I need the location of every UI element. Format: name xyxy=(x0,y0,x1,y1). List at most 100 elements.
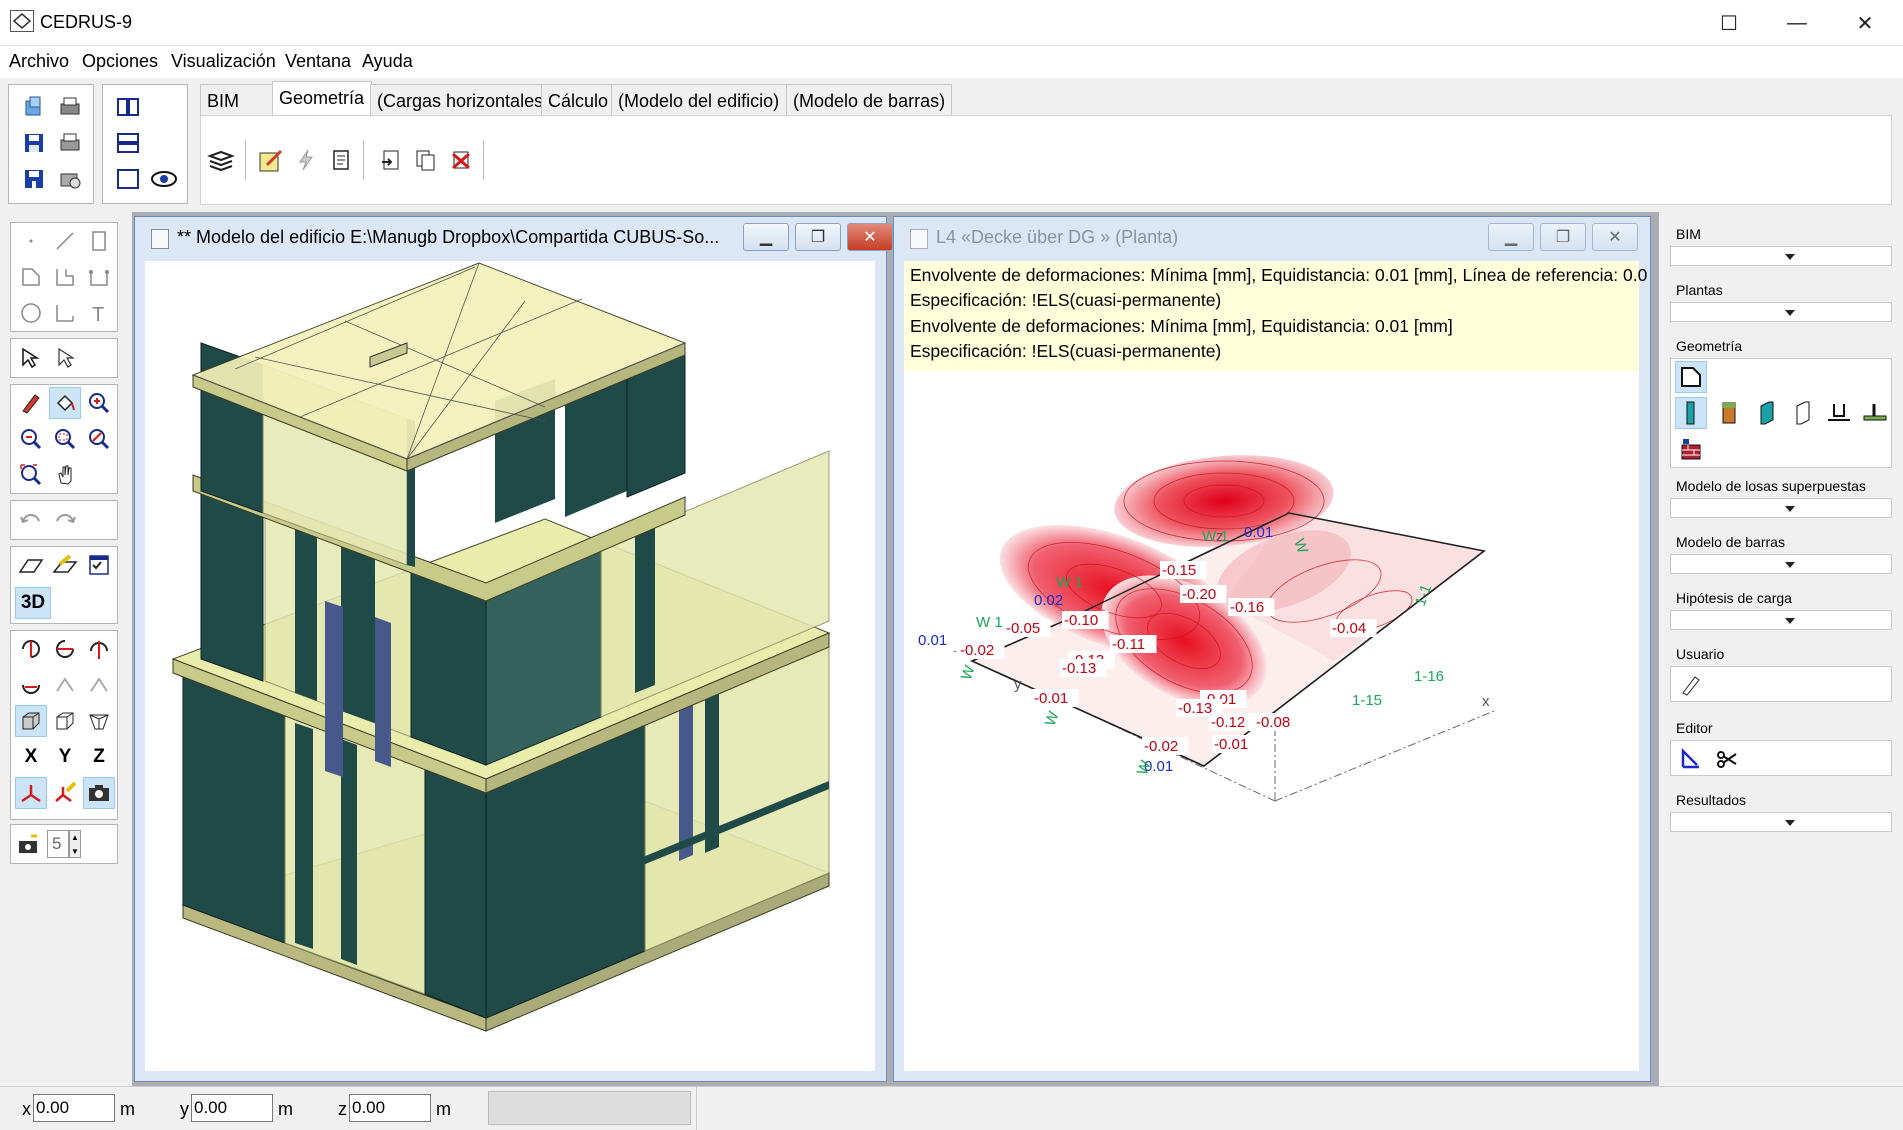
masonry-icon[interactable] xyxy=(1675,433,1707,465)
rotate-x-icon[interactable] xyxy=(15,633,47,665)
delete-document-icon[interactable] xyxy=(445,144,477,176)
zoom-all-icon[interactable] xyxy=(15,459,47,491)
axes-red-icon[interactable] xyxy=(15,777,47,809)
dimension-icon[interactable] xyxy=(49,297,81,329)
pencil-icon[interactable] xyxy=(1675,669,1707,701)
wall-outline-icon[interactable] xyxy=(1787,397,1819,429)
rotate-back-icon[interactable] xyxy=(15,669,47,701)
maximize-button[interactable]: ☐ xyxy=(1695,0,1763,46)
zoom-out-icon[interactable] xyxy=(15,423,47,455)
save-as-icon[interactable] xyxy=(18,163,50,195)
polyline-icon[interactable] xyxy=(49,261,81,293)
redo-icon[interactable] xyxy=(49,504,81,536)
beam-icon[interactable] xyxy=(1823,397,1855,429)
split-horizontal-icon[interactable] xyxy=(112,127,144,159)
plan-window[interactable]: L4 «Decke über DG » (Planta) ▁ ❐ ✕ Envol… xyxy=(893,216,1651,1082)
camera-settings-icon[interactable] xyxy=(13,828,45,860)
slab-icon[interactable] xyxy=(1675,361,1707,393)
new-model-icon[interactable] xyxy=(18,91,50,123)
building-model-window[interactable]: ** Modelo del edificio E:\Manugb Dropbox… xyxy=(134,216,893,1082)
wall-icon[interactable] xyxy=(1751,397,1783,429)
tab-geometria[interactable]: Geometría xyxy=(272,81,372,116)
layers-icon[interactable] xyxy=(205,144,237,176)
axis-x-button[interactable]: X xyxy=(15,741,47,773)
point-icon[interactable] xyxy=(15,225,47,257)
rotate-disabled-icon[interactable] xyxy=(49,669,81,701)
camera-step-input[interactable]: 5 xyxy=(47,830,69,858)
plantas-dropdown[interactable] xyxy=(1670,302,1892,322)
line-icon[interactable] xyxy=(49,225,81,257)
foundation-icon[interactable] xyxy=(1859,397,1891,429)
resultados-dropdown[interactable] xyxy=(1670,812,1892,832)
x-coord-input[interactable]: 0.00 xyxy=(33,1094,115,1122)
export-icon[interactable] xyxy=(54,163,86,195)
model-3d-viewport[interactable] xyxy=(145,261,875,1071)
cube-front-icon[interactable] xyxy=(15,705,47,737)
zoom-window-icon[interactable] xyxy=(49,423,81,455)
view-3d-button[interactable]: 3D xyxy=(15,587,51,619)
tab-bim[interactable]: BIM xyxy=(200,84,274,116)
camera-step-spinner[interactable]: ▲ ▼ xyxy=(69,830,81,858)
menu-ayuda[interactable]: Ayuda xyxy=(362,51,413,72)
plan-viewport[interactable]: Envolvente de deformaciones: Mínima [mm]… xyxy=(904,261,1647,1071)
document-icon[interactable] xyxy=(325,144,357,176)
axis-z-button[interactable]: Z xyxy=(83,741,115,773)
select-area-icon[interactable] xyxy=(49,342,81,374)
close-window-button[interactable]: ✕ xyxy=(1592,223,1638,251)
minimize-window-button[interactable]: ▁ xyxy=(743,223,789,251)
menu-visualizacion[interactable]: Visualización xyxy=(171,51,276,72)
import-icon[interactable] xyxy=(375,144,407,176)
split-vertical-icon[interactable] xyxy=(112,91,144,123)
pencil-red-icon[interactable] xyxy=(15,387,47,419)
bim-dropdown[interactable] xyxy=(1670,246,1892,266)
copy-document-icon[interactable] xyxy=(410,144,442,176)
single-window-icon[interactable] xyxy=(112,163,144,195)
restore-window-button[interactable]: ❐ xyxy=(1540,223,1586,251)
minimize-window-button[interactable]: ▁ xyxy=(1488,223,1534,251)
spline-icon[interactable] xyxy=(83,261,115,293)
rotate-disabled2-icon[interactable] xyxy=(83,669,115,701)
axes-highlight-icon[interactable] xyxy=(49,777,81,809)
minimize-button[interactable]: — xyxy=(1763,0,1831,46)
lightning-icon[interactable] xyxy=(290,144,322,176)
camera-icon[interactable] xyxy=(83,777,115,809)
tab-modelo-edificio[interactable]: (Modelo del edificio) xyxy=(611,84,788,116)
zoom-in-icon[interactable] xyxy=(83,387,115,419)
print-icon[interactable] xyxy=(54,91,86,123)
circle-icon[interactable] xyxy=(15,297,47,329)
print-preview-icon[interactable] xyxy=(54,127,86,159)
save-icon[interactable] xyxy=(18,127,50,159)
highlight-plane-icon[interactable] xyxy=(49,549,81,581)
y-coord-input[interactable]: 0.00 xyxy=(191,1094,273,1122)
close-window-button[interactable]: ✕ xyxy=(847,223,893,251)
rotate-z-icon[interactable] xyxy=(83,633,115,665)
zoom-previous-icon[interactable] xyxy=(83,423,115,455)
menu-archivo[interactable]: Archivo xyxy=(9,51,69,72)
tab-modelo-barras[interactable]: (Modelo de barras) xyxy=(786,84,952,116)
hipotesis-dropdown[interactable] xyxy=(1670,610,1892,630)
select-pointer-icon[interactable] xyxy=(15,342,47,374)
text-tool-icon[interactable]: T xyxy=(83,297,115,329)
polygon-icon[interactable] xyxy=(15,261,47,293)
column-icon[interactable] xyxy=(1675,397,1707,429)
paint-bucket-icon[interactable] xyxy=(49,387,81,419)
tab-calculo[interactable]: Cálculo xyxy=(541,84,613,116)
tab-cargas-horizontales[interactable]: (Cargas horizontales) xyxy=(370,84,549,116)
close-button[interactable]: ✕ xyxy=(1831,0,1899,46)
z-coord-input[interactable]: 0.00 xyxy=(349,1094,431,1122)
plane-icon[interactable] xyxy=(15,549,47,581)
checklist-icon[interactable] xyxy=(83,549,115,581)
axis-y-button[interactable]: Y xyxy=(49,741,81,773)
barras-dropdown[interactable] xyxy=(1670,554,1892,574)
measure-icon[interactable] xyxy=(1675,743,1707,775)
pan-hand-icon[interactable] xyxy=(49,459,81,491)
rectangle-icon[interactable] xyxy=(83,225,115,257)
rotate-y-icon[interactable] xyxy=(49,633,81,665)
wall-brick-icon[interactable] xyxy=(1713,397,1745,429)
menu-ventana[interactable]: Ventana xyxy=(285,51,351,72)
restore-window-button[interactable]: ❐ xyxy=(795,223,841,251)
menu-opciones[interactable]: Opciones xyxy=(82,51,158,72)
edit-plan-icon[interactable] xyxy=(255,144,287,176)
scissors-icon[interactable] xyxy=(1711,743,1743,775)
losas-dropdown[interactable] xyxy=(1670,498,1892,518)
